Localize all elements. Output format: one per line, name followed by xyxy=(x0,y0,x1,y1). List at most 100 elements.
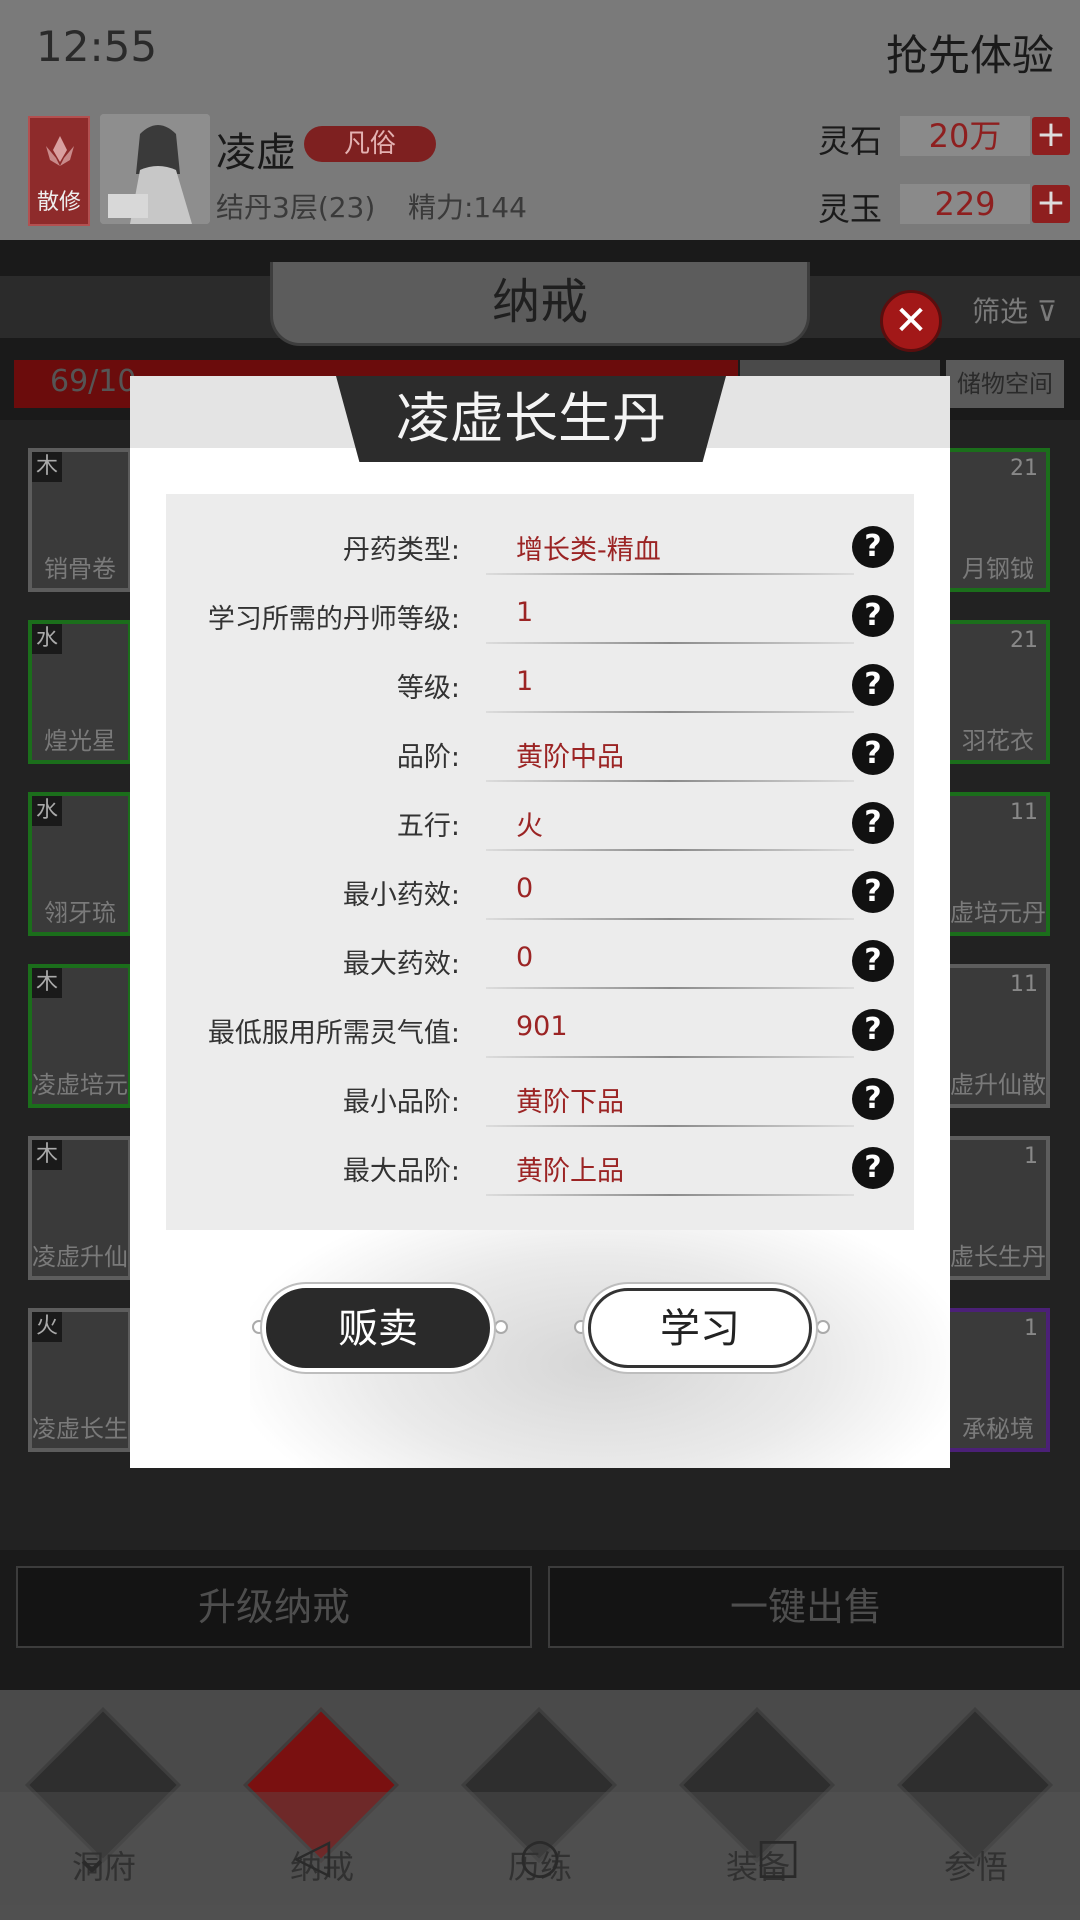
info-value: 火 xyxy=(516,811,543,842)
item-info-panel: 丹药类型: 增长类-精血 ? 学习所需的丹师等级: 1 ? 等级: 1 ? 品阶… xyxy=(166,494,914,1230)
item-slot[interactable]: 21 羽花衣 xyxy=(946,620,1050,764)
element-tag: 木 xyxy=(32,452,62,482)
info-label: 最小品阶: xyxy=(342,1087,460,1118)
row-divider xyxy=(486,573,854,575)
sell-button[interactable]: 贩卖 xyxy=(266,1288,490,1368)
info-value: 黄阶上品 xyxy=(516,1156,624,1187)
info-value: 增长类-精血 xyxy=(516,535,661,566)
item-slot[interactable]: 1 虚长生丹 xyxy=(946,1136,1050,1280)
close-icon: ✕ xyxy=(894,298,928,344)
item-slot[interactable]: 木 销骨卷 xyxy=(28,448,132,592)
element-tag: 水 xyxy=(32,624,62,654)
item-slot[interactable]: 11 虚升仙散 xyxy=(946,964,1050,1108)
modal-title-tab: 凌虚长生丹 xyxy=(336,376,726,462)
status-time: 12:55 xyxy=(36,22,158,71)
sell-all-button[interactable]: 一键出售 xyxy=(548,1566,1064,1648)
button-ornament xyxy=(252,1320,266,1334)
info-label: 最大药效: xyxy=(342,949,460,980)
item-count: 1 xyxy=(1024,1144,1038,1169)
info-label: 丹药类型: xyxy=(342,535,460,566)
rank-badge: 凡俗 xyxy=(304,126,436,162)
spirit-jade-label: 灵玉 xyxy=(818,190,883,228)
status-bar: 12:55 抢先体验 xyxy=(0,0,1080,100)
early-access-label[interactable]: 抢先体验 xyxy=(886,22,1054,83)
help-icon[interactable]: ? xyxy=(852,664,894,706)
learn-button[interactable]: 学习 xyxy=(588,1288,812,1368)
chevron-down-icon[interactable]: ⌄ xyxy=(62,1826,122,1886)
item-name: 翎牙琉 xyxy=(44,899,116,927)
help-icon[interactable]: ? xyxy=(852,940,894,982)
realm-level: 结丹3层(23) xyxy=(216,191,376,224)
back-icon[interactable]: ◁ xyxy=(282,1826,342,1886)
item-name: 销骨卷 xyxy=(44,555,116,583)
item-name: 凌虚长生 xyxy=(32,1415,128,1443)
item-slot[interactable]: 水 翎牙琉 xyxy=(28,792,132,936)
add-spirit-jade-button[interactable]: + xyxy=(1032,185,1070,223)
item-name: 羽花衣 xyxy=(962,727,1034,755)
item-name: 煌光星 xyxy=(44,727,116,755)
info-value: 901 xyxy=(516,1011,568,1042)
help-icon[interactable]: ? xyxy=(852,1009,894,1051)
capacity-text: 69/10 xyxy=(50,364,137,399)
sect-label: 散修 xyxy=(36,190,81,215)
item-slot[interactable]: 水 煌光星 xyxy=(28,620,132,764)
info-row: 最小品阶: 黄阶下品 ? xyxy=(166,1068,914,1137)
info-value: 黄阶下品 xyxy=(516,1087,624,1118)
item-detail-modal: 凌虚长生丹 丹药类型: 增长类-精血 ? 学习所需的丹师等级: 1 ? 等级: … xyxy=(130,376,950,1468)
storage-button[interactable]: 储物空间 xyxy=(946,360,1064,408)
help-icon[interactable]: ? xyxy=(852,802,894,844)
info-label: 最低服用所需灵气值: xyxy=(207,1018,460,1049)
help-icon[interactable]: ? xyxy=(852,595,894,637)
item-slot[interactable]: 木 凌虚培元 xyxy=(28,964,132,1108)
info-label: 五行: xyxy=(396,811,460,842)
item-slot[interactable]: 1 承秘境 xyxy=(946,1308,1050,1452)
item-name: 虚培元丹 xyxy=(950,899,1046,927)
item-slot[interactable]: 21 月钢钺 xyxy=(946,448,1050,592)
lotus-icon xyxy=(46,136,74,166)
item-count: 21 xyxy=(1010,456,1038,481)
info-row: 丹药类型: 增长类-精血 ? xyxy=(166,516,914,585)
character-portrait-icon xyxy=(100,114,210,224)
home-icon[interactable]: ○ xyxy=(510,1826,570,1886)
row-divider xyxy=(486,918,854,920)
item-slot[interactable]: 火 凌虚长生 xyxy=(28,1308,132,1452)
info-label: 品阶: xyxy=(396,742,460,773)
filter-button[interactable]: 筛选 ⊽ xyxy=(972,290,1057,330)
element-tag: 火 xyxy=(32,1312,62,1342)
info-label: 学习所需的丹师等级: xyxy=(207,604,460,635)
bag-title: 纳戒 xyxy=(491,274,588,330)
row-divider xyxy=(486,642,854,644)
recents-icon[interactable]: □ xyxy=(748,1826,808,1886)
item-count: 11 xyxy=(1010,800,1038,825)
item-name: 虚长生丹 xyxy=(950,1243,1046,1271)
help-icon[interactable]: ? xyxy=(852,1078,894,1120)
element-tag: 水 xyxy=(32,796,62,826)
info-label: 等级: xyxy=(396,673,460,704)
info-label: 最小药效: xyxy=(342,880,460,911)
help-icon[interactable]: ? xyxy=(852,871,894,913)
info-row: 最大药效: 0 ? xyxy=(166,930,914,999)
player-header: 散修 凌虚 凡俗 结丹3层(23) 精力:144 灵石 20万 + 灵玉 229… xyxy=(0,100,1080,240)
item-slot[interactable]: 11 虚培元丹 xyxy=(946,792,1050,936)
bag-title-tab: 纳戒 xyxy=(270,262,810,346)
avatar[interactable] xyxy=(100,114,210,224)
spirit-stone-value: 20万 xyxy=(900,116,1030,156)
item-slot[interactable]: 木 凌虚升仙 xyxy=(28,1136,132,1280)
info-label: 最大品阶: xyxy=(342,1156,460,1187)
upgrade-bag-button[interactable]: 升级纳戒 xyxy=(16,1566,532,1648)
sect-badge[interactable]: 散修 xyxy=(28,116,90,226)
help-icon[interactable]: ? xyxy=(852,733,894,775)
info-row: 品阶: 黄阶中品 ? xyxy=(166,723,914,792)
info-value: 1 xyxy=(516,666,534,697)
spirit-jade-value: 229 xyxy=(900,184,1030,224)
help-icon[interactable]: ? xyxy=(852,1147,894,1189)
item-name: 凌虚培元 xyxy=(32,1071,128,1099)
add-spirit-stone-button[interactable]: + xyxy=(1032,117,1070,155)
info-value: 1 xyxy=(516,597,534,628)
help-icon[interactable]: ? xyxy=(852,526,894,568)
close-button[interactable]: ✕ xyxy=(880,290,942,352)
row-divider xyxy=(486,711,854,713)
item-name: 凌虚升仙 xyxy=(32,1243,128,1271)
item-count: 21 xyxy=(1010,628,1038,653)
filter-icon: ⊽ xyxy=(1036,295,1058,328)
